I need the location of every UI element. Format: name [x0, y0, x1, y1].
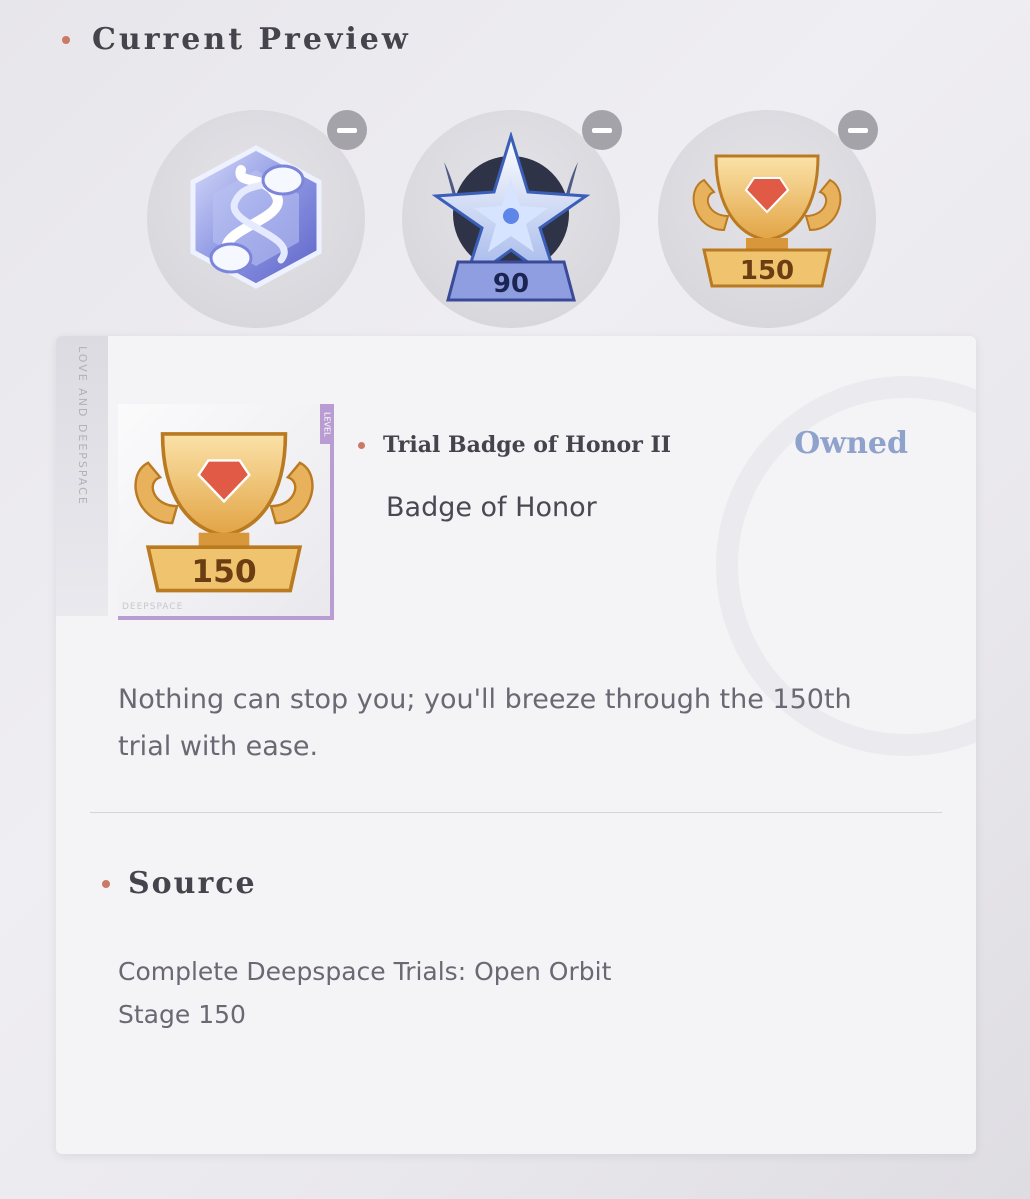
- section-title-current-preview: Current Preview: [62, 22, 411, 57]
- remove-slot-3-button[interactable]: [838, 110, 878, 150]
- minus-icon: [337, 127, 357, 133]
- bullet-dot-icon: [102, 879, 110, 888]
- badge-thumbnail: LEVEL 150 DEEPSPACE: [118, 404, 334, 620]
- bullet-dot-icon: [358, 441, 365, 449]
- bullet-dot-icon: [62, 35, 70, 44]
- dna-badge-icon: [190, 145, 322, 289]
- thumb-level: 150: [191, 554, 256, 590]
- divider: [90, 812, 942, 813]
- trophy-badge-level: 150: [740, 256, 794, 286]
- star-badge-icon: 90: [431, 132, 591, 302]
- trophy-badge-icon: 150: [692, 154, 842, 288]
- minus-icon: [848, 127, 868, 133]
- star-badge-level: 90: [493, 269, 529, 299]
- badge-detail-card: LOVE AND DEEPSPACE LEVEL 150 DEEPSPACE T…: [56, 336, 976, 1154]
- thumb-brand: DEEPSPACE: [122, 602, 184, 612]
- owned-status: Owned: [794, 426, 908, 461]
- item-name: Trial Badge of Honor II: [358, 432, 671, 458]
- remove-slot-2-button[interactable]: [582, 110, 622, 150]
- item-type: Badge of Honor: [386, 492, 597, 523]
- source-text: Complete Deepspace Trials: Open Orbit St…: [118, 957, 612, 1029]
- item-name-text: Trial Badge of Honor II: [383, 432, 672, 458]
- trophy-icon: 150: [134, 432, 314, 593]
- item-description: Nothing can stop you; you'll breeze thro…: [118, 684, 852, 762]
- remove-slot-1-button[interactable]: [327, 110, 367, 150]
- source-title-text: Source: [128, 866, 257, 901]
- section-title-text: Current Preview: [92, 22, 411, 57]
- card-side-label: LOVE AND DEEPSPACE: [76, 346, 89, 506]
- minus-icon: [592, 127, 612, 133]
- source-title: Source: [102, 866, 257, 901]
- card-side-strip: LOVE AND DEEPSPACE: [56, 336, 108, 616]
